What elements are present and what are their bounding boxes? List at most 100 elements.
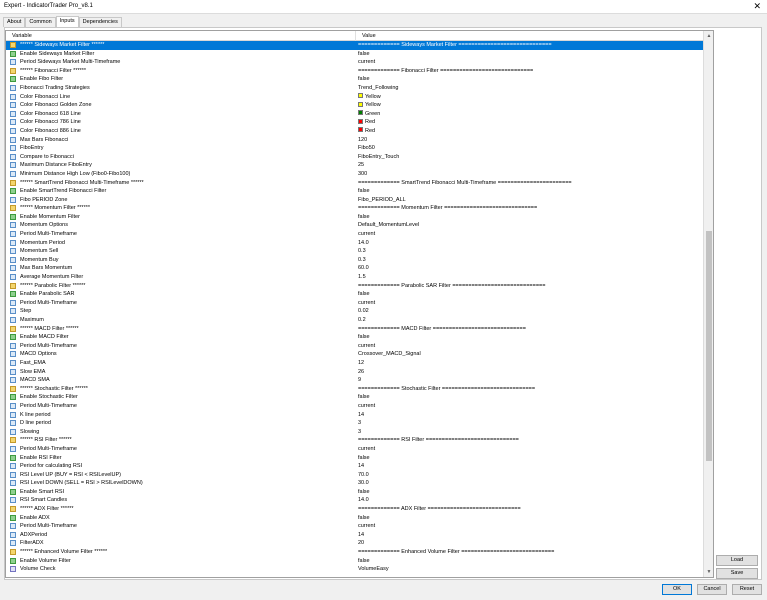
input-row[interactable]: Color Fibonacci Golden Zone Yellow (6, 101, 704, 110)
column-header-variable[interactable]: Variable (6, 31, 356, 41)
input-row[interactable]: D line period 3 (6, 419, 704, 428)
variable-value[interactable]: false (358, 488, 370, 497)
variable-value[interactable]: 3 (358, 419, 361, 428)
input-row[interactable]: Color Fibonacci 886 Line Red (6, 127, 704, 136)
variable-value[interactable]: ============= RSI Filter ===============… (358, 436, 519, 445)
cancel-button[interactable]: Cancel (697, 584, 727, 595)
variable-value[interactable]: 14 (358, 531, 364, 540)
input-row[interactable]: Compare to Fibonacci FiboEntry_Touch (6, 153, 704, 162)
variable-value[interactable]: 30.0 (358, 479, 369, 488)
input-row[interactable]: Period Multi-Timeframe current (6, 402, 704, 411)
input-row[interactable]: RSI Level UP (BUY = RSI < RSILevelUP) 70.… (6, 471, 704, 480)
input-row[interactable]: Fast_EMA 12 (6, 359, 704, 368)
input-row[interactable]: Momentum Period 14.0 (6, 239, 704, 248)
input-row[interactable]: Enable Fibo Filter false (6, 75, 704, 84)
variable-value[interactable]: Red (358, 118, 375, 127)
input-row[interactable]: Enable Parabolic SAR false (6, 290, 704, 299)
input-row[interactable]: Max Bars Momentum 60.0 (6, 264, 704, 273)
variable-value[interactable]: VolumeEasy (358, 565, 389, 574)
input-row[interactable]: Period Multi-Timeframe current (6, 299, 704, 308)
variable-value[interactable]: 14 (358, 411, 364, 420)
section-header-row[interactable]: ****** Momentum Filter ****** ===========… (6, 204, 704, 213)
variable-value[interactable]: ============= ADX Filter ===============… (358, 505, 521, 514)
variable-value[interactable]: ============= SmartTrend Fibonacci Multi… (358, 179, 572, 188)
section-header-row[interactable]: ****** Parabolic Filter ****** ==========… (6, 282, 704, 291)
section-header-row[interactable]: ****** Enhanced Volume Filter ****** ====… (6, 548, 704, 557)
variable-value[interactable]: 3 (358, 428, 361, 437)
variable-value[interactable]: false (358, 50, 370, 59)
variable-value[interactable]: 9 (358, 376, 361, 385)
variable-value[interactable]: false (358, 75, 370, 84)
variable-value[interactable]: false (358, 290, 370, 299)
input-row[interactable]: Period Multi-Timeframe current (6, 230, 704, 239)
column-header-value[interactable]: Value (356, 31, 704, 41)
variable-value[interactable]: ============= Stochastic Filter ========… (358, 385, 535, 394)
input-row[interactable]: Momentum Sell 0.3 (6, 247, 704, 256)
variable-value[interactable]: Fibo50 (358, 144, 375, 153)
input-row[interactable]: RSI Smart Candles 14.0 (6, 496, 704, 505)
tab-common[interactable]: Common (25, 17, 56, 27)
scroll-up-icon[interactable]: ▲ (704, 31, 713, 41)
load-button[interactable]: Load (716, 555, 758, 566)
input-row[interactable]: Color Fibonacci Line Yellow (6, 93, 704, 102)
input-row[interactable]: Period Multi-Timeframe current (6, 522, 704, 531)
ok-button[interactable]: OK (662, 584, 692, 595)
vertical-scrollbar[interactable]: ▲ ▼ (703, 31, 713, 577)
input-row[interactable]: Fibo PERIOD Zone Fibo_PERIOD_ALL (6, 196, 704, 205)
input-row[interactable]: Enable Sideways Market Filter false (6, 50, 704, 59)
variable-value[interactable]: Default_MomentumLevel (358, 221, 419, 230)
input-row[interactable]: Period Multi-Timeframe current (6, 445, 704, 454)
variable-value[interactable]: false (358, 454, 370, 463)
input-row[interactable]: Period Sideways Market Multi-Timeframe cu… (6, 58, 704, 67)
variable-value[interactable]: current (358, 58, 375, 67)
input-row[interactable]: FiboEntry Fibo50 (6, 144, 704, 153)
section-header-row[interactable]: ****** Stochastic Filter ****** =========… (6, 385, 704, 394)
variable-value[interactable]: current (358, 299, 375, 308)
tab-about[interactable]: About (3, 17, 26, 27)
variable-value[interactable]: current (358, 445, 375, 454)
input-row[interactable]: Maximum Distance FiboEntry 25 (6, 161, 704, 170)
close-icon[interactable]: ✕ (753, 1, 761, 11)
input-row[interactable]: Momentum Options Default_MomentumLevel (6, 221, 704, 230)
input-row[interactable]: Enable Momentum Filter false (6, 213, 704, 222)
input-row[interactable]: MACD Options Crossover_MACD_Signal (6, 350, 704, 359)
variable-value[interactable]: 20 (358, 539, 364, 548)
variable-value[interactable]: 25 (358, 161, 364, 170)
input-row[interactable]: Color Fibonacci 786 Line Red (6, 118, 704, 127)
variable-value[interactable]: false (358, 557, 370, 566)
scroll-thumb[interactable] (706, 231, 712, 461)
tab-inputs[interactable]: Inputs (55, 16, 79, 27)
scroll-down-icon[interactable]: ▼ (704, 567, 713, 577)
save-button[interactable]: Save (716, 568, 758, 579)
section-header-row[interactable]: ****** SmartTrend Fibonacci Multi-Timefr… (6, 179, 704, 188)
variable-value[interactable]: 60.0 (358, 264, 369, 273)
variable-value[interactable]: 14.0 (358, 496, 369, 505)
variable-value[interactable]: Fibo_PERIOD_ALL (358, 196, 406, 205)
variable-value[interactable]: 14.0 (358, 239, 369, 248)
input-row[interactable]: Step 0.02 (6, 307, 704, 316)
input-row[interactable]: Minimum Distance High Low (Fibo0-Fibo100… (6, 170, 704, 179)
section-header-row[interactable]: ****** MACD Filter ****** ============= M… (6, 325, 704, 334)
variable-value[interactable]: 0.02 (358, 307, 369, 316)
variable-value[interactable]: FiboEntry_Touch (358, 153, 399, 162)
input-row[interactable]: RSI Level DOWN (SELL = RSI > RSILevelDOW… (6, 479, 704, 488)
input-row[interactable]: ADXPeriod 14 (6, 531, 704, 540)
variable-value[interactable]: false (358, 333, 370, 342)
input-row[interactable]: Enable ADX false (6, 514, 704, 523)
section-header-row[interactable]: ****** ADX Filter ****** ============= AD… (6, 505, 704, 514)
variable-value[interactable]: 26 (358, 368, 364, 377)
variable-value[interactable]: ============= Sideways Market Filter ===… (358, 41, 552, 50)
section-header-row[interactable]: ****** Sideways Market Filter ****** ====… (6, 41, 704, 50)
input-row[interactable]: Fibonacci Trading Strategies Trend_Follow… (6, 84, 704, 93)
input-row[interactable]: MACD SMA 9 (6, 376, 704, 385)
input-row[interactable]: Slowing 3 (6, 428, 704, 437)
variable-value[interactable]: ============= Parabolic SAR Filter =====… (358, 282, 545, 291)
input-row[interactable]: Enable Volume Filter false (6, 557, 704, 566)
variable-value[interactable]: ============= Momentum Filter ==========… (358, 204, 537, 213)
tab-dependencies[interactable]: Dependencies (78, 17, 122, 27)
input-row[interactable]: Enable RSI Filter false (6, 454, 704, 463)
variable-value[interactable]: current (358, 230, 375, 239)
input-row[interactable]: Enable Smart RSI false (6, 488, 704, 497)
variable-value[interactable]: 120 (358, 136, 367, 145)
input-row[interactable]: Average Momentum Filter 1.5 (6, 273, 704, 282)
